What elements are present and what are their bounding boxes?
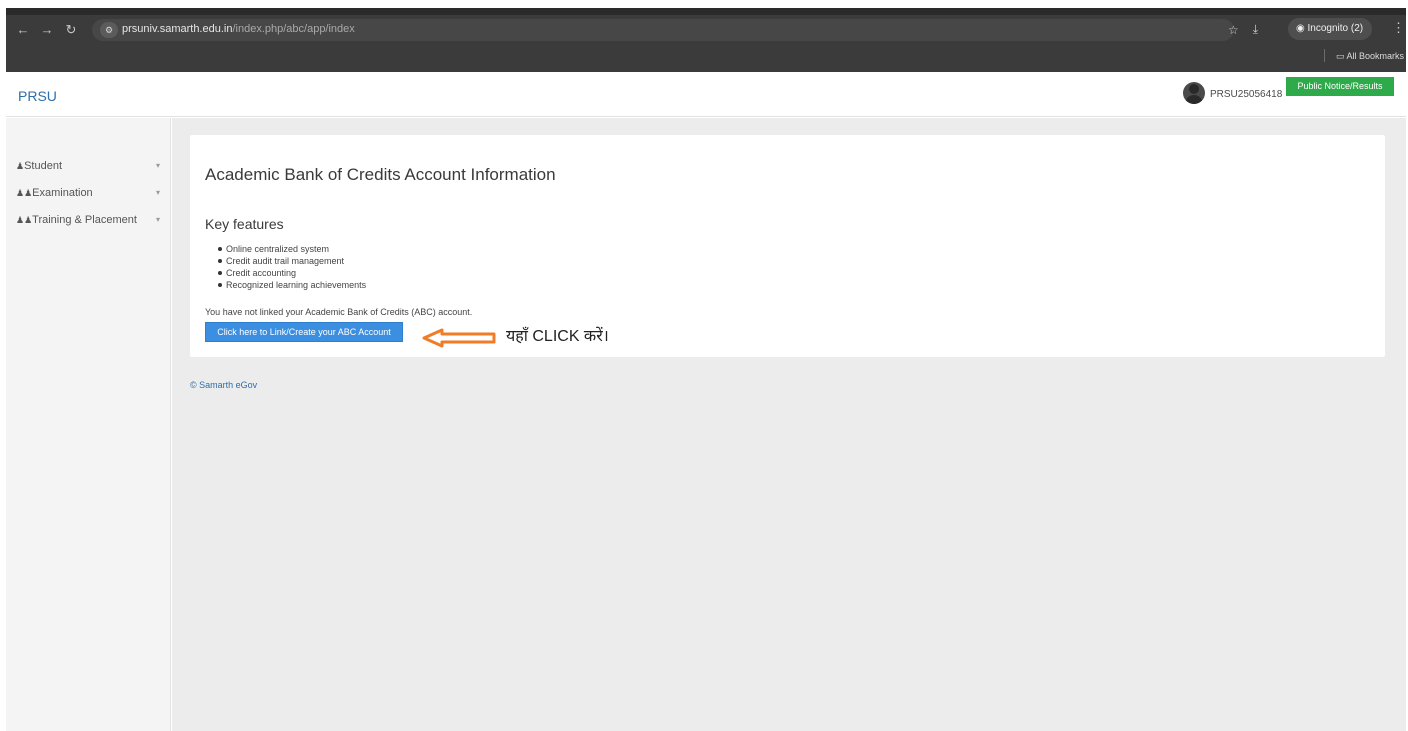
click-here-annotation: यहाँ CLICK करें। — [506, 328, 609, 345]
sidebar-item-training-placement[interactable]: ♟♟Training & Placement ▾ — [16, 214, 166, 230]
incognito-icon: ◉ — [1296, 23, 1308, 34]
page-title: Academic Bank of Credits Account Informa… — [205, 165, 556, 184]
download-icon[interactable]: ⤓ — [1253, 22, 1258, 37]
footer-credit[interactable]: © Samarth eGov — [190, 380, 257, 390]
main-content: Academic Bank of Credits Account Informa… — [172, 118, 1406, 731]
list-item: Recognized learning achievements — [217, 280, 367, 290]
menu-icon[interactable]: ⋮ — [1392, 20, 1405, 36]
list-item: Credit accounting — [217, 267, 366, 279]
abc-info-card: Academic Bank of Credits Account Informa… — [190, 135, 1385, 357]
browser-chrome: ← → ↻ ⚙ prsuniv.samarth.edu.in/index.php… — [6, 8, 1406, 72]
users-icon: ♟♟ — [16, 215, 33, 225]
arrow-left-icon — [422, 328, 496, 348]
avatar-head — [1189, 84, 1199, 94]
public-notice-button[interactable]: Public Notice/Results — [1286, 77, 1394, 96]
chevron-down-icon: ▾ — [155, 215, 160, 224]
sidebar: ♟Student ▾ ♟♟Examination ▾ ♟♟Training & … — [6, 118, 171, 731]
back-icon[interactable]: ← — [14, 22, 32, 38]
users-icon: ♟♟ — [16, 188, 33, 198]
browser-nav: ← → ↻ — [14, 22, 80, 38]
incognito-badge[interactable]: ◉ Incognito (2) — [1288, 18, 1372, 40]
sidebar-item-examination[interactable]: ♟♟Examination ▾ — [16, 187, 166, 203]
features-list: Online centralized system Credit audit t… — [217, 243, 367, 291]
url-path: /index.php/abc/app/index — [232, 23, 355, 35]
sidebar-item-label: Examination — [32, 187, 93, 199]
abc-link-notice: You have not linked your Academic Bank o… — [205, 307, 473, 317]
brand-link[interactable]: PRSU — [18, 88, 57, 104]
all-bookmarks[interactable]: ▭ All Bookmarks — [1323, 49, 1405, 62]
avatar[interactable] — [1183, 82, 1205, 104]
app-header: PRSU PRSU25056418 Public Notice/Results — [6, 72, 1406, 117]
url-host: prsuniv.samarth.edu.in — [122, 23, 233, 35]
sidebar-item-label: Training & Placement — [32, 214, 137, 226]
bookmarks-label: All Bookmarks — [1346, 51, 1405, 61]
reload-icon[interactable]: ↻ — [62, 22, 80, 38]
incognito-label: Incognito (2) — [1307, 23, 1364, 34]
url-text[interactable]: prsuniv.samarth.edu.in/index.php/abc/app… — [122, 23, 355, 35]
browser-actions: ☆ ⤓ — [1228, 22, 1258, 37]
avatar-body — [1185, 95, 1203, 104]
user-id[interactable]: PRSU25056418 — [1210, 89, 1282, 100]
sidebar-item-label: Student — [24, 160, 62, 172]
user-icon: ♟ — [16, 161, 25, 171]
list-item: Credit audit trail management — [217, 255, 366, 267]
link-abc-account-button[interactable]: Click here to Link/Create your ABC Accou… — [205, 322, 403, 342]
site-info-icon[interactable]: ⚙ — [100, 22, 118, 38]
address-bar[interactable]: ⚙ prsuniv.samarth.edu.in/index.php/abc/a… — [92, 19, 1234, 41]
features-heading: Key features — [205, 216, 284, 232]
chevron-down-icon: ▾ — [155, 161, 160, 170]
forward-icon[interactable]: → — [38, 22, 56, 38]
chevron-down-icon: ▾ — [155, 188, 160, 197]
sidebar-item-student[interactable]: ♟Student ▾ — [16, 160, 166, 176]
star-icon[interactable]: ☆ — [1228, 23, 1239, 37]
folder-icon: ▭ — [1336, 51, 1347, 61]
list-item: Online centralized system — [217, 243, 366, 255]
